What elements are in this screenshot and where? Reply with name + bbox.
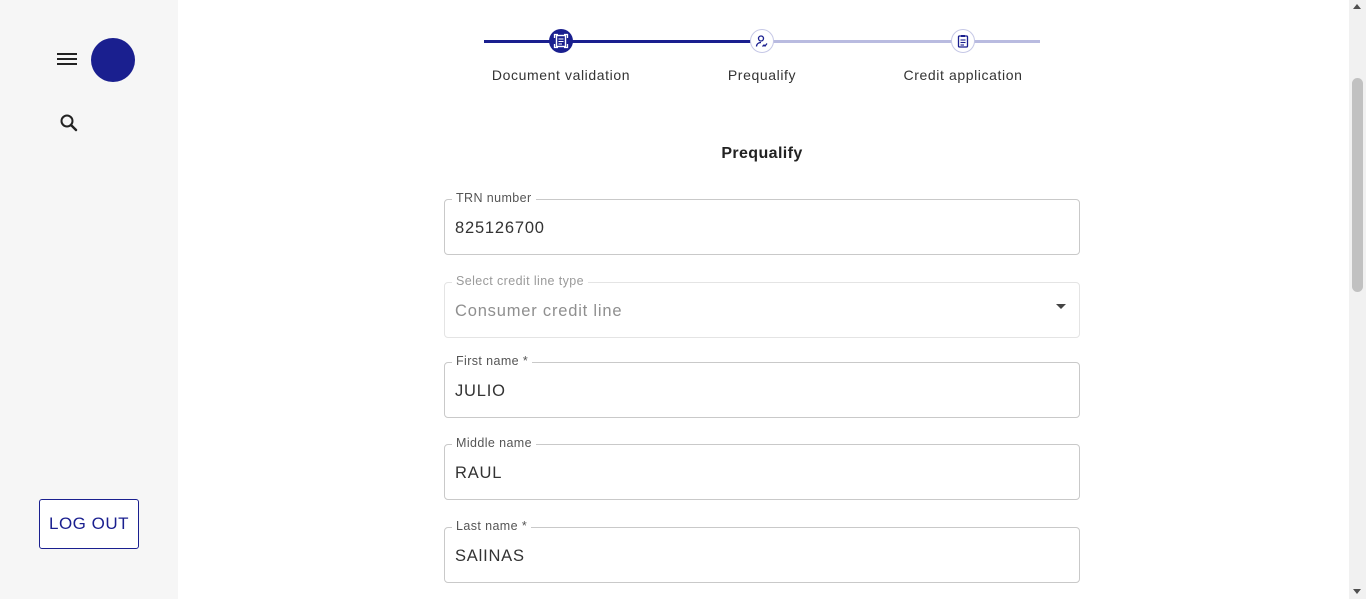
progress-stepper: Document validation Prequalify Credit ap… bbox=[484, 28, 1040, 88]
vertical-scrollbar[interactable] bbox=[1349, 0, 1366, 599]
trn-number-label: TRN number bbox=[452, 191, 536, 205]
trn-number-value[interactable]: 825126700 bbox=[455, 219, 545, 238]
step-label-credit-application: Credit application bbox=[903, 67, 1023, 83]
last-name-label: Last name * bbox=[452, 519, 532, 533]
scroll-up-arrow-icon[interactable] bbox=[1353, 4, 1361, 9]
search-icon[interactable] bbox=[58, 112, 80, 134]
last-name-value[interactable]: SAlINAS bbox=[455, 547, 525, 566]
last-name-field[interactable]: Last name * SAlINAS bbox=[444, 519, 1080, 583]
document-scan-icon[interactable] bbox=[549, 29, 573, 53]
stepper-line-completed bbox=[484, 40, 762, 43]
page-title: Prequalify bbox=[721, 145, 803, 162]
sidebar: LOG OUT bbox=[0, 0, 178, 599]
scrollbar-thumb[interactable] bbox=[1352, 78, 1363, 292]
chevron-down-icon[interactable] bbox=[1056, 304, 1066, 309]
logout-button[interactable]: LOG OUT bbox=[39, 499, 139, 549]
avatar[interactable] bbox=[91, 38, 135, 82]
middle-name-field[interactable]: Middle name RAUL bbox=[444, 436, 1080, 500]
trn-number-field[interactable]: TRN number 825126700 bbox=[444, 191, 1080, 255]
stepper-line-pending bbox=[762, 40, 1040, 43]
clipboard-icon[interactable] bbox=[951, 29, 975, 53]
credit-line-type-value[interactable]: Consumer credit line bbox=[455, 302, 622, 321]
hamburger-menu-icon[interactable] bbox=[56, 50, 78, 70]
first-name-label: First name * bbox=[452, 354, 533, 368]
scroll-down-arrow-icon[interactable] bbox=[1353, 589, 1361, 594]
credit-line-type-select[interactable]: Select credit line type Consumer credit … bbox=[444, 274, 1080, 338]
middle-name-value[interactable]: RAUL bbox=[455, 464, 502, 483]
first-name-field[interactable]: First name * JULIO bbox=[444, 354, 1080, 418]
middle-name-label: Middle name bbox=[452, 436, 536, 450]
step-label-prequalify: Prequalify bbox=[727, 67, 797, 83]
step-label-document-validation: Document validation bbox=[491, 67, 631, 83]
credit-line-type-label: Select credit line type bbox=[452, 274, 589, 288]
signature-icon[interactable] bbox=[750, 29, 774, 53]
first-name-value[interactable]: JULIO bbox=[455, 382, 506, 401]
